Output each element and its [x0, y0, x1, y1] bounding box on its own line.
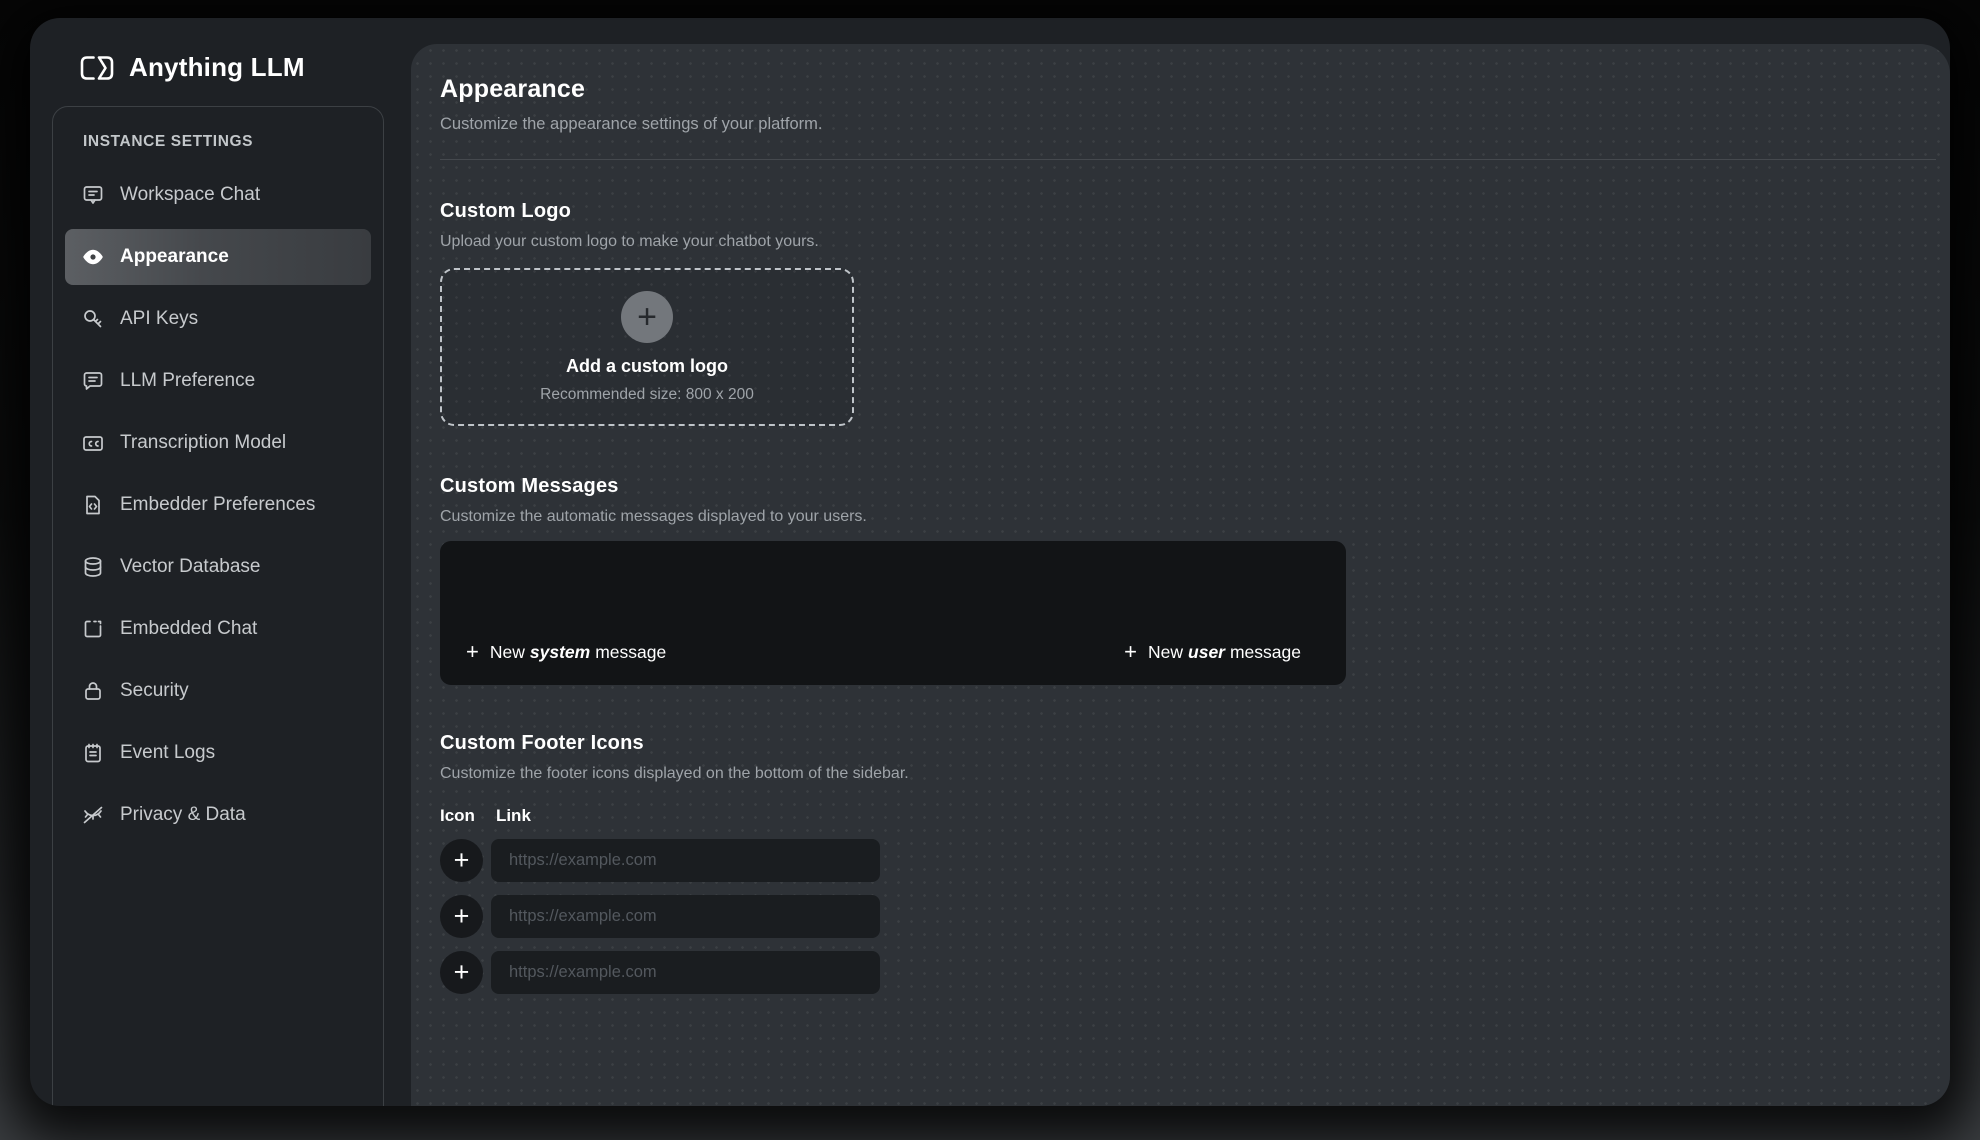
- notepad-icon: [85, 743, 101, 763]
- custom-messages-section: Custom Messages Customize the automatic …: [440, 475, 1936, 685]
- upload-hint: Recommended size: 800 x 200: [540, 385, 754, 403]
- sidebar-item-label: Event Logs: [120, 742, 216, 763]
- custom-logo-description: Upload your custom logo to make your cha…: [440, 233, 819, 250]
- add-icon-button[interactable]: +: [440, 839, 483, 882]
- eye-icon: [83, 249, 103, 265]
- sidebar-nav: Workspace Chat Appearance API Keys LLM P…: [53, 167, 383, 843]
- custom-logo-upload-dropzone[interactable]: + Add a custom logo Recommended size: 80…: [440, 268, 854, 426]
- main-panel: Appearance Customize the appearance sett…: [411, 44, 1950, 1106]
- custom-logo-section: Custom Logo Upload your custom logo to m…: [440, 200, 1936, 426]
- sidebar-item-label: Workspace Chat: [120, 184, 261, 205]
- page-subtitle: Customize the appearance settings of you…: [440, 115, 823, 133]
- sidebar-item-privacy-data[interactable]: Privacy & Data: [65, 787, 371, 843]
- footer-icon-row: +: [440, 895, 1936, 938]
- footer-icon-row: +: [440, 839, 1936, 882]
- message-icon: [83, 372, 103, 390]
- sidebar-item-label: API Keys: [120, 308, 199, 329]
- plus-icon: +: [1124, 639, 1137, 664]
- key-icon: [84, 310, 102, 328]
- sidebar-item-label: Privacy & Data: [120, 804, 246, 825]
- sidebar-item-label: Security: [120, 680, 189, 701]
- button-text: New: [1148, 641, 1184, 662]
- custom-footer-icons-section: Custom Footer Icons Customize the footer…: [440, 732, 1936, 994]
- new-user-message-button[interactable]: + New user message: [1124, 641, 1306, 663]
- upload-label: Add a custom logo: [566, 355, 728, 376]
- sidebar-item-workspace-chat[interactable]: Workspace Chat: [65, 167, 371, 223]
- button-text-emphasis: user: [1188, 641, 1225, 662]
- sidebar-item-embedded-chat[interactable]: Embedded Chat: [65, 601, 371, 657]
- custom-messages-title: Custom Messages: [440, 475, 619, 497]
- settings-sidebar: INSTANCE SETTINGS Workspace Chat Appeara…: [52, 106, 384, 1106]
- page-title: Appearance: [440, 75, 586, 103]
- embed-chat-icon: [84, 620, 102, 638]
- new-system-message-button[interactable]: + New system message: [466, 641, 671, 663]
- captions-icon: [83, 436, 103, 451]
- button-text-emphasis: system: [529, 641, 591, 662]
- footer-link-input[interactable]: [491, 839, 880, 882]
- sidebar-item-embedder-preferences[interactable]: Embedder Preferences: [65, 477, 371, 533]
- anythingllm-logo-icon: [80, 55, 114, 80]
- app-window: Anything LLM INSTANCE SETTINGS Workspace…: [30, 18, 1950, 1106]
- sidebar-item-label: Embedded Chat: [120, 618, 258, 639]
- sidebar-item-security[interactable]: Security: [65, 663, 371, 719]
- button-text: message: [1229, 641, 1301, 662]
- footer-link-input[interactable]: [491, 951, 880, 994]
- app-title: Anything LLM: [129, 52, 305, 82]
- custom-messages-panel: + New system message + New user message: [440, 541, 1346, 685]
- custom-footer-icons-title: Custom Footer Icons: [440, 732, 644, 754]
- plus-icon: +: [621, 290, 673, 343]
- footer-link-input[interactable]: [491, 895, 880, 938]
- column-header-link: Link: [495, 806, 531, 825]
- add-icon-button[interactable]: +: [440, 951, 483, 994]
- custom-footer-icons-description: Customize the footer icons displayed on …: [440, 765, 909, 782]
- messages-actions-row: + New system message + New user message: [466, 641, 1306, 663]
- sidebar-section-label: INSTANCE SETTINGS: [83, 133, 254, 150]
- footer-icons-table-header: Icon Link: [440, 806, 1936, 826]
- eye-off-icon: [83, 806, 103, 824]
- sidebar-item-label: Appearance: [120, 246, 229, 267]
- workspace-chat-icon: [83, 186, 103, 204]
- plus-icon: +: [466, 639, 479, 664]
- lock-icon: [85, 682, 101, 700]
- sidebar-item-label: Embedder Preferences: [120, 494, 316, 515]
- sidebar-item-label: Vector Database: [120, 556, 261, 577]
- custom-logo-title: Custom Logo: [440, 200, 572, 222]
- add-icon-button[interactable]: +: [440, 895, 483, 938]
- custom-messages-description: Customize the automatic messages display…: [440, 508, 867, 525]
- button-text: message: [595, 641, 667, 662]
- sidebar-item-llm-preference[interactable]: LLM Preference: [65, 353, 371, 409]
- footer-icons-rows: + + +: [440, 839, 1936, 994]
- footer-icon-row: +: [440, 951, 1936, 994]
- appearance-settings-content: Appearance Customize the appearance sett…: [440, 44, 1936, 994]
- database-icon: [84, 557, 102, 577]
- button-text: New: [489, 641, 525, 662]
- sidebar-item-transcription-model[interactable]: Transcription Model: [65, 415, 371, 471]
- file-code-icon: [86, 495, 100, 515]
- sidebar-item-api-keys[interactable]: API Keys: [65, 291, 371, 347]
- column-header-icon: Icon: [440, 806, 475, 825]
- header-divider: [440, 159, 1936, 160]
- sidebar-item-label: LLM Preference: [120, 370, 256, 391]
- sidebar-item-vector-database[interactable]: Vector Database: [65, 539, 371, 595]
- sidebar-item-appearance[interactable]: Appearance: [65, 229, 371, 285]
- sidebar-item-event-logs[interactable]: Event Logs: [65, 725, 371, 781]
- sidebar-item-label: Transcription Model: [120, 432, 287, 453]
- app-logo: Anything LLM: [78, 52, 305, 83]
- desktop-background: Anything LLM INSTANCE SETTINGS Workspace…: [0, 0, 1980, 1140]
